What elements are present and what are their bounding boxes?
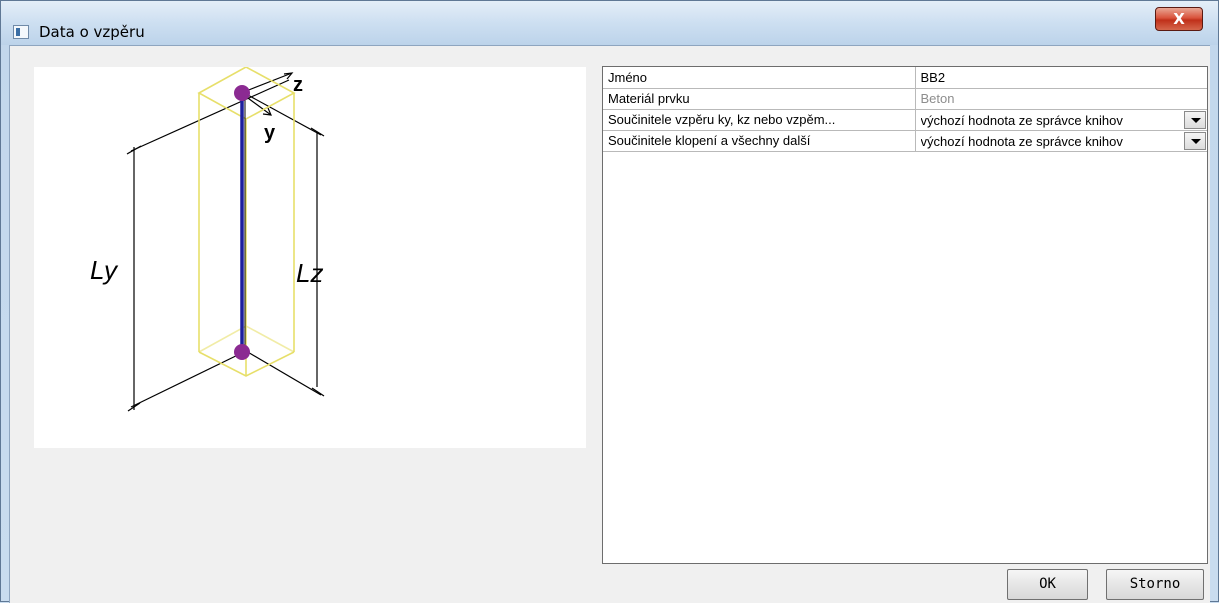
close-button[interactable]: X (1155, 7, 1203, 31)
property-name: Součinitele vzpěru ky, kz nebo vzpěm... (603, 109, 916, 131)
buckling-diagram-panel: z y Ly Lz (34, 67, 586, 448)
cancel-button[interactable]: Storno (1106, 569, 1204, 600)
property-row-buckling-factors[interactable]: Součinitele vzpěru ky, kz nebo vzpěm... … (603, 109, 1207, 131)
property-row-name[interactable]: Jméno BB2 (603, 67, 1207, 89)
dialog-window: Data o vzpěru X z y Ly Lz Jméno BB2 Mate… (0, 0, 1219, 603)
ly-label: Ly (90, 255, 119, 285)
property-grid: Jméno BB2 Materiál prvku Beton Součinite… (602, 66, 1208, 564)
property-row-material: Materiál prvku Beton (603, 88, 1207, 110)
property-row-lateral-torsional[interactable]: Součinitele klopení a všechny další vých… (603, 130, 1207, 152)
bottom-node (234, 344, 250, 360)
property-value-readonly: Beton (915, 88, 1207, 110)
ok-button[interactable]: OK (1007, 569, 1088, 600)
dialog-client-area: z y Ly Lz Jméno BB2 Materiál prvku Beton… (9, 45, 1210, 603)
property-name: Materiál prvku (603, 88, 916, 110)
top-node (234, 85, 250, 101)
title-bar[interactable]: Data o vzpěru X (1, 1, 1218, 45)
buckling-diagram: z y Ly Lz (90, 67, 325, 412)
property-name: Součinitele klopení a všechny další (603, 130, 916, 152)
lateral-torsional-dropdown[interactable]: výchozí hodnota ze správce knihov (915, 130, 1207, 152)
dropdown-value: výchozí hodnota ze správce knihov (920, 133, 1123, 149)
section-box (197, 67, 296, 377)
property-value-input[interactable]: BB2 (915, 67, 1207, 89)
chevron-down-icon[interactable] (1184, 110, 1206, 129)
z-axis-label: z (293, 74, 303, 96)
dropdown-value: výchozí hodnota ze správce knihov (920, 112, 1123, 128)
lz-label: Lz (296, 258, 323, 288)
lz-top-line (245, 93, 322, 136)
property-name: Jméno (603, 67, 916, 89)
y-axis-label: y (264, 122, 276, 144)
chevron-down-icon[interactable] (1184, 131, 1206, 150)
buckling-factors-dropdown[interactable]: výchozí hodnota ze správce knihov (915, 109, 1207, 131)
window-icon (13, 25, 29, 39)
window-title: Data o vzpěru (39, 23, 145, 41)
ly-bottom-line (130, 350, 247, 408)
